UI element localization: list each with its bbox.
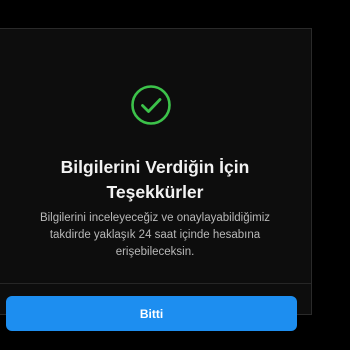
dialog-description-line-2: takdirde yaklaşık 24 saat içinde hesabın… bbox=[49, 229, 261, 241]
done-button[interactable]: Bitti bbox=[6, 296, 297, 331]
dialog-description: Bilgilerini inceleyeceğiz ve onaylayabil… bbox=[0, 210, 311, 261]
check-circle-icon bbox=[130, 84, 172, 126]
divider bbox=[0, 283, 311, 284]
dialog-description-line-3: erişebileceksin. bbox=[115, 246, 195, 258]
dialog-title: Bilgilerini Verdiğin İçin Teşekkürler bbox=[0, 155, 311, 205]
dialog-description-line-1: Bilgilerini inceleyeceğiz ve onaylayabil… bbox=[39, 212, 271, 224]
dialog-title-line-1: Bilgilerini Verdiğin İçin bbox=[60, 157, 250, 177]
confirmation-dialog: Bilgilerini Verdiğin İçin Teşekkürler Bi… bbox=[0, 28, 312, 331]
dialog-title-line-2: Teşekkürler bbox=[106, 182, 204, 202]
